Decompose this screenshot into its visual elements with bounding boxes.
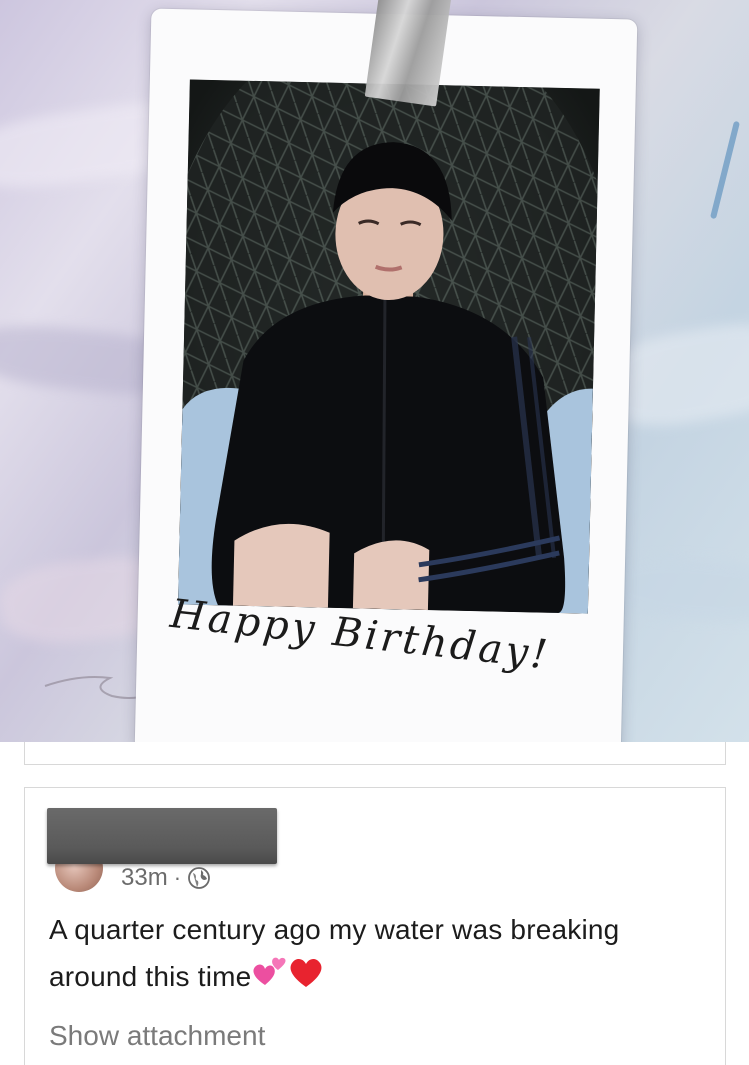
show-attachment-link[interactable]: Show attachment	[49, 1020, 265, 1052]
portrait-photo	[177, 79, 600, 614]
background-streak	[608, 553, 749, 627]
globe-icon	[188, 867, 210, 889]
post-card: 33m · A quarter century ago my water was…	[24, 787, 726, 1065]
portrait-illustration	[177, 79, 600, 614]
photo-card-border	[24, 742, 726, 765]
pencil-scribble	[44, 676, 146, 699]
post-meta: 33m ·	[121, 863, 211, 893]
shared-photo[interactable]: Happy Birthday!	[0, 0, 749, 742]
meta-separator: ·	[173, 865, 182, 890]
page: Happy Birthday! 33m · A quarter century …	[0, 0, 749, 1065]
polaroid-frame: Happy Birthday!	[134, 8, 638, 742]
post-timestamp[interactable]: 33m	[121, 864, 168, 892]
post-text: A quarter century ago my water was break…	[49, 906, 709, 1004]
two-hearts-icon	[251, 955, 287, 1003]
post-text-line1: A quarter century ago my water was break…	[49, 914, 620, 945]
redacted-name-block	[47, 808, 277, 864]
background-blue-stroke	[709, 120, 741, 220]
red-heart-icon	[287, 954, 325, 1004]
post-text-line2: around this time	[49, 961, 252, 992]
post-text-line2-wrap: around this time	[49, 953, 709, 1004]
